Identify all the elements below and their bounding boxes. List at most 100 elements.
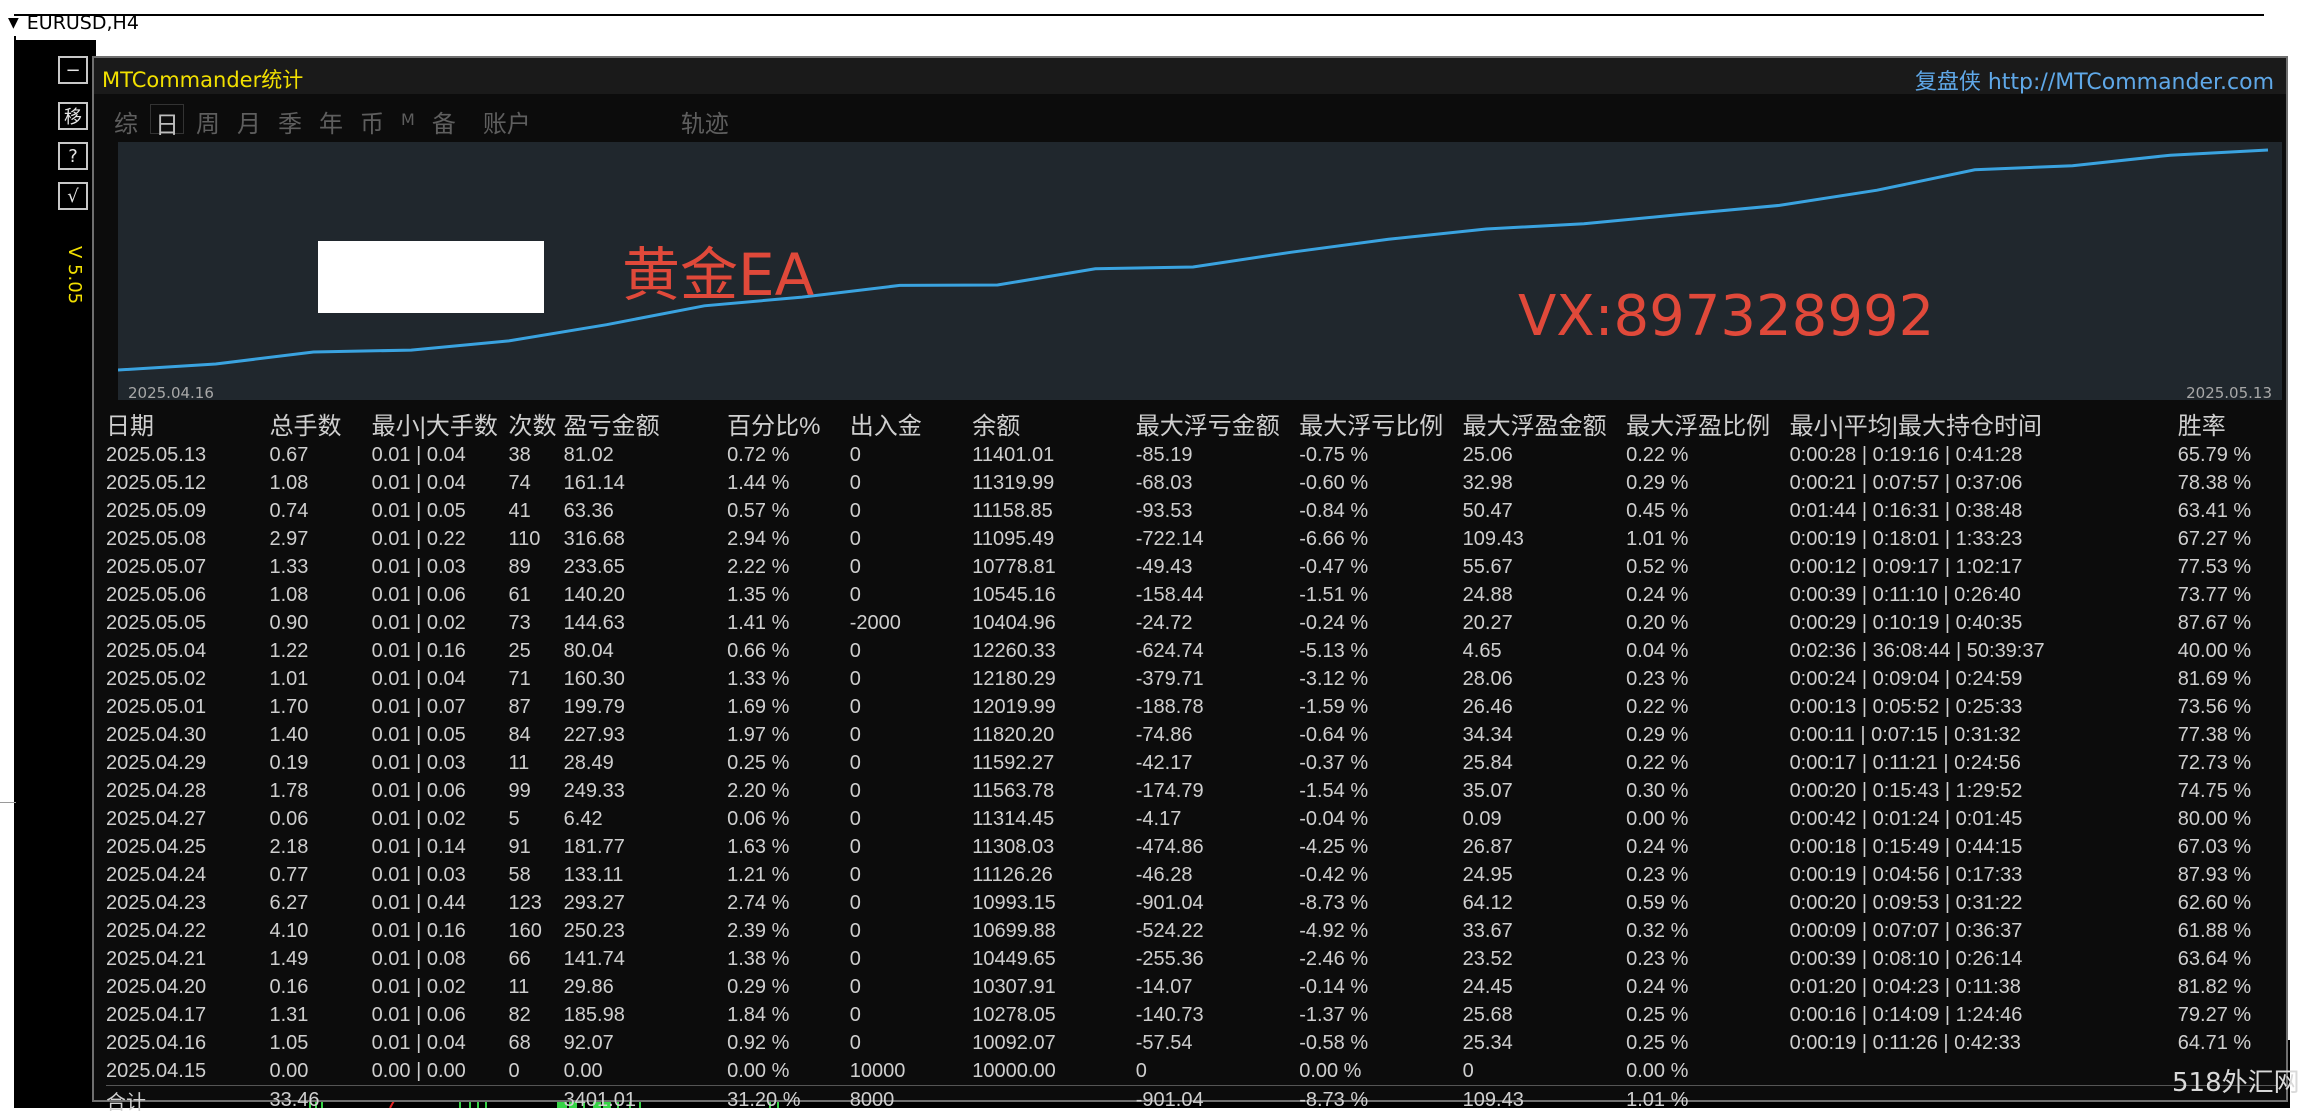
tab-note[interactable]: 备 <box>432 104 456 134</box>
table-cell: -524.22 <box>1136 917 1299 945</box>
table-cell: -46.28 <box>1136 861 1299 889</box>
version-label: V 5.05 <box>64 246 85 304</box>
table-cell: 109.43 <box>1463 525 1626 553</box>
table-cell: 161.14 <box>564 469 727 497</box>
table-cell: 0:02:36 | 36:08:44 | 50:39:37 <box>1790 637 2178 665</box>
column-header[interactable]: 日期 <box>106 406 269 441</box>
table-row[interactable]: 2025.04.200.160.01 | 0.021129.860.29 %01… <box>106 973 2276 1001</box>
table-row[interactable]: 2025.04.211.490.01 | 0.0866141.741.38 %0… <box>106 945 2276 973</box>
table-cell: 66 <box>509 945 564 973</box>
table-cell: 233.65 <box>564 553 727 581</box>
table-cell: 32.98 <box>1463 469 1626 497</box>
column-header[interactable]: 出入金 <box>850 406 973 441</box>
table-row[interactable]: 2025.04.236.270.01 | 0.44123293.272.74 %… <box>106 889 2276 917</box>
table-cell: 10699.88 <box>972 917 1135 945</box>
move-button[interactable]: 移 <box>58 102 88 130</box>
table-row[interactable]: 2025.04.270.060.01 | 0.0256.420.06 %0113… <box>106 805 2276 833</box>
table-row[interactable]: 2025.04.281.780.01 | 0.0699249.332.20 %0… <box>106 777 2276 805</box>
column-header[interactable]: 最大浮亏金额 <box>1136 406 1299 441</box>
table-cell: 0.30 % <box>1626 777 1789 805</box>
table-cell: 0.01 | 0.03 <box>372 861 509 889</box>
table-cell: 123 <box>509 889 564 917</box>
tab-quarter[interactable]: 季 <box>278 104 302 134</box>
tab-magic[interactable]: M <box>401 104 415 134</box>
table-cell: 0.24 % <box>1626 581 1789 609</box>
column-header[interactable]: 最小|大手数 <box>372 406 509 441</box>
column-header[interactable]: 最小|平均|最大持仓时间 <box>1790 406 2178 441</box>
table-cell: 79.27 % <box>2178 1001 2276 1029</box>
column-header[interactable]: 最大浮亏比例 <box>1299 406 1462 441</box>
column-header[interactable]: 次数 <box>509 406 564 441</box>
table-cell: 1.22 <box>269 637 371 665</box>
total-cell <box>372 1086 509 1115</box>
table-cell: 0.72 % <box>727 441 850 469</box>
table-cell: -8.73 % <box>1299 889 1462 917</box>
table-cell: 0 <box>850 805 973 833</box>
table-row[interactable]: 2025.05.082.970.01 | 0.22110316.682.94 %… <box>106 525 2276 553</box>
table-cell: 0.90 <box>269 609 371 637</box>
help-button[interactable]: ? <box>58 142 88 170</box>
table-row[interactable]: 2025.04.161.050.01 | 0.046892.070.92 %01… <box>106 1029 2276 1057</box>
table-cell: 25.68 <box>1463 1001 1626 1029</box>
tab-week[interactable]: 周 <box>196 104 220 134</box>
table-row[interactable]: 2025.05.061.080.01 | 0.0661140.201.35 %0… <box>106 581 2276 609</box>
column-header[interactable]: 最大浮盈金额 <box>1463 406 1626 441</box>
table-cell: 0:00:12 | 0:09:17 | 1:02:17 <box>1790 553 2178 581</box>
table-cell: -140.73 <box>1136 1001 1299 1029</box>
table-row[interactable]: 2025.05.130.670.01 | 0.043881.020.72 %01… <box>106 441 2276 469</box>
table-cell: 63.64 % <box>2178 945 2276 973</box>
table-cell: 12260.33 <box>972 637 1135 665</box>
table-row[interactable]: 2025.04.150.000.00 | 0.0000.000.00 %1000… <box>106 1057 2276 1086</box>
table-cell: 0:00:24 | 0:09:04 | 0:24:59 <box>1790 665 2178 693</box>
table-cell: -0.04 % <box>1299 805 1462 833</box>
table-row[interactable]: 2025.05.041.220.01 | 0.162580.040.66 %01… <box>106 637 2276 665</box>
table-row[interactable]: 2025.04.171.310.01 | 0.0682185.981.84 %0… <box>106 1001 2276 1029</box>
tab-trajectory[interactable]: 轨迹 <box>681 104 729 134</box>
total-cell: 1.01 % <box>1626 1086 1789 1115</box>
table-cell: 2.94 % <box>727 525 850 553</box>
table-cell: 0.23 % <box>1626 861 1789 889</box>
column-header[interactable]: 胜率 <box>2178 406 2276 441</box>
table-cell: 74 <box>509 469 564 497</box>
column-header[interactable]: 百分比% <box>727 406 850 441</box>
tab-summary[interactable]: 综 <box>114 104 138 134</box>
table-cell: 0.00 <box>564 1057 727 1086</box>
table-row[interactable]: 2025.05.090.740.01 | 0.054163.360.57 %01… <box>106 497 2276 525</box>
minimize-button[interactable]: − <box>58 56 88 84</box>
table-cell: -4.92 % <box>1299 917 1462 945</box>
table-cell: 2025.05.06 <box>106 581 269 609</box>
table-row[interactable]: 2025.05.050.900.01 | 0.0273144.631.41 %-… <box>106 609 2276 637</box>
table-cell: 0.01 | 0.02 <box>372 609 509 637</box>
tab-currency[interactable]: 币 <box>360 104 384 134</box>
table-row[interactable]: 2025.05.121.080.01 | 0.0474161.141.44 %0… <box>106 469 2276 497</box>
tab-day[interactable]: 日 <box>150 104 184 134</box>
column-header[interactable]: 盈亏金额 <box>564 406 727 441</box>
column-header[interactable]: 余额 <box>972 406 1135 441</box>
table-cell: 2025.05.08 <box>106 525 269 553</box>
confirm-button[interactable]: √ <box>58 182 88 210</box>
table-row[interactable]: 2025.04.240.770.01 | 0.0358133.111.21 %0… <box>106 861 2276 889</box>
table-row[interactable]: 2025.04.224.100.01 | 0.16160250.232.39 %… <box>106 917 2276 945</box>
tab-month[interactable]: 月 <box>237 104 261 134</box>
chart-symbol-title[interactable]: ▼ EURUSD,H4 <box>8 10 139 36</box>
total-cell <box>1790 1086 2178 1115</box>
table-cell: 35.07 <box>1463 777 1626 805</box>
tab-year[interactable]: 年 <box>319 104 343 134</box>
table-cell: 0.01 | 0.05 <box>372 721 509 749</box>
collapse-triangle-icon[interactable]: ▼ <box>8 15 19 31</box>
column-header[interactable]: 最大浮盈比例 <box>1626 406 1789 441</box>
daily-stats-table: 日期总手数最小|大手数次数盈亏金额百分比%出入金余额最大浮亏金额最大浮亏比例最大… <box>106 406 2276 1115</box>
table-cell: 0:01:20 | 0:04:23 | 0:11:38 <box>1790 973 2178 1001</box>
table-cell: 0.67 <box>269 441 371 469</box>
table-row[interactable]: 2025.04.301.400.01 | 0.0584227.931.97 %0… <box>106 721 2276 749</box>
website-link[interactable]: 复盘侠 http://MTCommander.com <box>1915 64 2274 96</box>
table-cell: 0.22 % <box>1626 693 1789 721</box>
table-cell: 160.30 <box>564 665 727 693</box>
tab-account[interactable]: 账户 <box>483 104 531 134</box>
table-row[interactable]: 2025.04.290.190.01 | 0.031128.490.25 %01… <box>106 749 2276 777</box>
table-row[interactable]: 2025.05.011.700.01 | 0.0787199.791.69 %0… <box>106 693 2276 721</box>
table-row[interactable]: 2025.05.021.010.01 | 0.0471160.301.33 %0… <box>106 665 2276 693</box>
table-row[interactable]: 2025.04.252.180.01 | 0.1491181.771.63 %0… <box>106 833 2276 861</box>
table-row[interactable]: 2025.05.071.330.01 | 0.0389233.652.22 %0… <box>106 553 2276 581</box>
column-header[interactable]: 总手数 <box>269 406 371 441</box>
